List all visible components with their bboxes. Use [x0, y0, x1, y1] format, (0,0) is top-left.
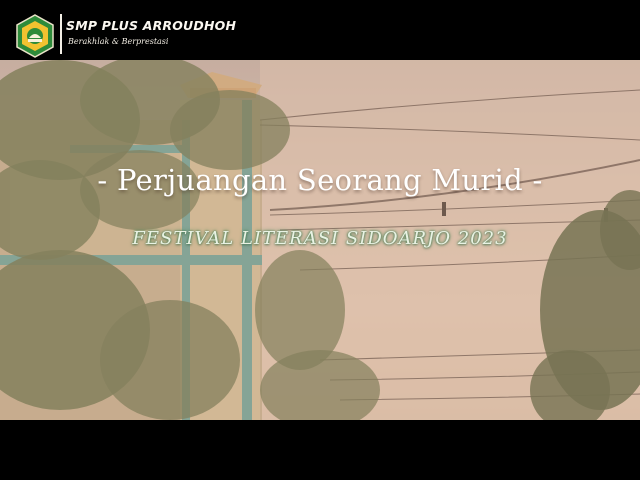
logo-divider	[60, 14, 62, 54]
school-name: SMP PLUS ARROUDHOH	[66, 18, 237, 33]
school-emblem-icon	[16, 14, 54, 58]
video-title: - Perjuangan Seorang Murid -	[97, 163, 543, 197]
video-frame: SMP PLUS ARROUDHOH Berakhlak & Berpresta…	[0, 0, 640, 480]
school-motto: Berakhlak & Berprestasi	[68, 37, 169, 46]
event-subtitle: FESTIVAL LITERASI SIDOARJO 2023	[132, 228, 508, 249]
